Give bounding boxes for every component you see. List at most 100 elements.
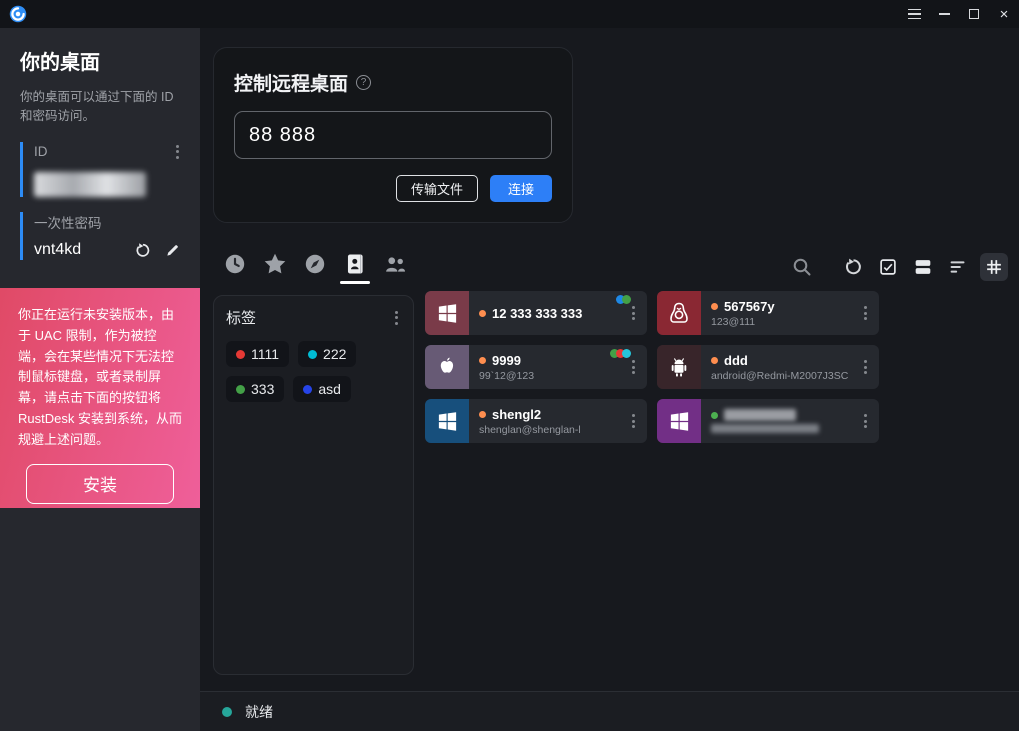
selected-tab-underline	[340, 281, 370, 284]
clock-icon	[222, 251, 248, 277]
grid-view-icon[interactable]	[980, 253, 1008, 281]
peer-card[interactable]: 12 333 333 333	[425, 291, 647, 335]
peer-menu-kebab-icon[interactable]	[861, 411, 870, 431]
search-icon[interactable]	[789, 254, 815, 280]
tags-title: 标签	[226, 307, 256, 328]
id-value-blurred	[34, 172, 146, 197]
main-area: 控制远程桌面 ? 传输文件 连接	[200, 28, 1019, 731]
peer-username: android@Redmi-M2007J3SC	[711, 370, 848, 382]
one-time-password-label: 一次性密码	[34, 212, 102, 232]
control-remote-desktop-card: 控制远程桌面 ? 传输文件 连接	[213, 47, 573, 223]
tab-recent-sessions[interactable]	[221, 251, 248, 285]
install-button[interactable]: 安装	[26, 464, 174, 504]
windows-icon	[657, 399, 701, 443]
hamburger-menu-icon[interactable]	[899, 0, 929, 28]
hamburger-bars	[908, 9, 921, 20]
minimize-icon	[939, 13, 950, 15]
compass-icon	[302, 251, 328, 277]
tags-menu-kebab-icon[interactable]	[392, 308, 401, 328]
window-controls: ×	[899, 0, 1019, 28]
sidebar-title: 你的桌面	[20, 46, 182, 75]
one-time-password-value: vnt4kd	[34, 241, 81, 259]
peer-name: ddd	[724, 353, 748, 368]
address-book-icon	[342, 251, 368, 277]
tag-label: asd	[318, 381, 341, 397]
multi-select-icon[interactable]	[875, 254, 901, 280]
install-notice: 你正在运行未安装版本，由于 UAC 限制，作为被控端，会在某些情况下无法控制鼠标…	[0, 288, 200, 508]
peer-card[interactable]: 567567y 123@111	[657, 291, 879, 335]
presence-dot	[711, 303, 718, 310]
tag-chips: 1111 222 333 asd	[226, 341, 401, 402]
windows-icon	[425, 399, 469, 443]
password-section: 一次性密码 vnt4kd	[20, 212, 182, 260]
star-icon	[262, 251, 288, 277]
id-section: ID	[20, 142, 182, 197]
peer-name: 12 333 333 333	[492, 306, 582, 321]
peer-name: 9999	[492, 353, 521, 368]
transfer-file-button[interactable]: 传输文件	[396, 175, 478, 202]
tab-groups[interactable]	[381, 251, 408, 285]
peer-card[interactable]	[657, 399, 879, 443]
maximize-button[interactable]	[959, 0, 989, 28]
peer-card[interactable]: shengl2 shenglan@shenglan-l	[425, 399, 647, 443]
tags-panel: 标签 1111 222 333 asd	[213, 295, 414, 675]
titlebar: ×	[0, 0, 1019, 28]
windows-icon	[425, 291, 469, 335]
presence-dot	[479, 357, 486, 364]
tab-discovered[interactable]	[301, 251, 328, 285]
tag-color-dot	[303, 385, 312, 394]
peer-menu-kebab-icon[interactable]	[861, 303, 870, 323]
peer-menu-kebab-icon[interactable]	[861, 357, 870, 377]
help-icon[interactable]: ?	[356, 75, 371, 90]
tag-label: 333	[251, 381, 274, 397]
card-view-icon[interactable]	[910, 254, 936, 280]
control-remote-desktop-title: 控制远程桌面	[234, 69, 348, 96]
connect-button[interactable]: 连接	[490, 175, 552, 202]
peer-username: 99`12@123	[479, 370, 534, 382]
tab-favorites[interactable]	[261, 251, 288, 285]
edit-password-icon[interactable]	[164, 241, 182, 259]
id-menu-kebab-icon[interactable]	[173, 142, 182, 162]
status-ready-dot	[222, 707, 232, 717]
apple-icon	[425, 345, 469, 389]
tag-color-dot	[236, 385, 245, 394]
maximize-icon	[969, 9, 979, 19]
main-toolbar	[789, 253, 1008, 281]
tag-chip[interactable]: 333	[226, 376, 284, 402]
close-button[interactable]: ×	[989, 0, 1019, 28]
group-icon	[382, 251, 408, 277]
rustdesk-logo-icon	[9, 5, 27, 23]
remote-id-input[interactable]	[234, 111, 552, 159]
tag-label: 1111	[251, 346, 279, 362]
tag-chip[interactable]: 222	[298, 341, 356, 367]
peer-menu-kebab-icon[interactable]	[629, 303, 638, 323]
peer-username: 123@111	[711, 316, 775, 328]
peer-menu-kebab-icon[interactable]	[629, 357, 638, 377]
peer-name-blurred	[724, 409, 796, 421]
id-label: ID	[34, 144, 48, 159]
presence-dot	[711, 412, 718, 419]
tag-color-dot	[308, 350, 317, 359]
peer-card[interactable]: 9999 99`12@123	[425, 345, 647, 389]
tag-chip[interactable]: asd	[293, 376, 351, 402]
peer-username-blurred	[711, 424, 819, 433]
tag-label: 222	[323, 346, 346, 362]
peer-card[interactable]: ddd android@Redmi-M2007J3SC	[657, 345, 879, 389]
presence-dot	[479, 411, 486, 418]
status-text: 就绪	[245, 702, 273, 722]
minimize-button[interactable]	[929, 0, 959, 28]
refresh-password-icon[interactable]	[133, 241, 152, 260]
presence-dot	[711, 357, 718, 364]
peer-tabs	[221, 251, 408, 285]
peer-menu-kebab-icon[interactable]	[629, 411, 638, 431]
tab-address-book[interactable]	[341, 251, 368, 285]
sort-icon[interactable]	[945, 254, 971, 280]
sidebar-description: 你的桌面可以通过下面的 ID 和密码访问。	[20, 88, 182, 126]
tag-color-dot	[236, 350, 245, 359]
linux-icon	[657, 291, 701, 335]
peer-name: shengl2	[492, 407, 541, 422]
tag-chip[interactable]: 1111	[226, 341, 289, 367]
refresh-icon[interactable]	[840, 254, 866, 280]
peer-grid: 12 333 333 333	[425, 291, 881, 443]
statusbar: 就绪	[200, 691, 1019, 731]
